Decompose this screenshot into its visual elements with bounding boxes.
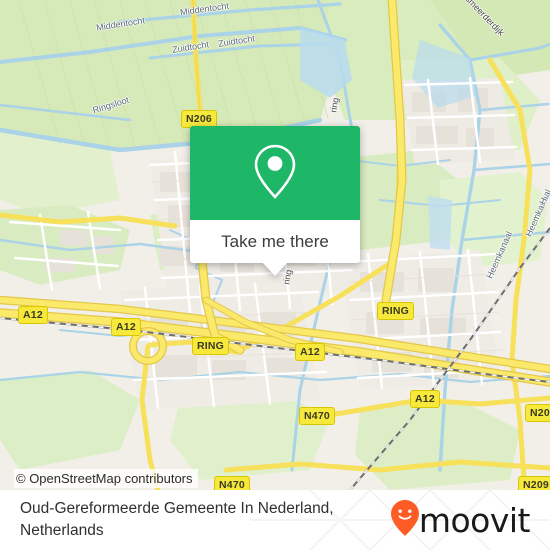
road-shield: N209: [518, 476, 550, 490]
road-shield: N470: [214, 476, 250, 490]
map-pin-icon: [251, 141, 299, 206]
road-shield: A12: [295, 343, 325, 361]
take-me-there-label: Take me there: [221, 231, 329, 251]
popup-tail-pointer: [262, 262, 288, 276]
road-shield: N209: [525, 404, 550, 422]
take-me-there-button[interactable]: Take me there: [190, 220, 360, 276]
moovit-logo[interactable]: moovit: [390, 499, 534, 542]
place-name-line: Oud-Gereformeerde Gemeente In Nederland,: [20, 500, 334, 517]
road-shield: RING: [377, 302, 415, 320]
place-popup-card[interactable]: Take me there: [190, 126, 360, 276]
road-shield: A12: [410, 390, 440, 408]
moovit-pin-smiley-icon: [390, 499, 420, 542]
place-country-line: Netherlands: [20, 522, 104, 539]
road-shield: RING: [192, 337, 230, 355]
road-shield: N470: [299, 407, 335, 425]
road-shield: A12: [111, 318, 141, 336]
moovit-place-card: N206 A12 A12 RING A12 RING A12 N470 N470…: [0, 0, 550, 550]
map-canvas[interactable]: N206 A12 A12 RING A12 RING A12 N470 N470…: [0, 0, 550, 490]
footer-bar: Oud-Gereformeerde Gemeente In Nederland,…: [0, 490, 550, 550]
moovit-wordmark: moovit: [418, 500, 531, 540]
place-title: Oud-Gereformeerde Gemeente In Nederland,…: [20, 498, 334, 542]
popup-pin-panel: [190, 126, 360, 220]
road-shield: A12: [18, 306, 48, 324]
